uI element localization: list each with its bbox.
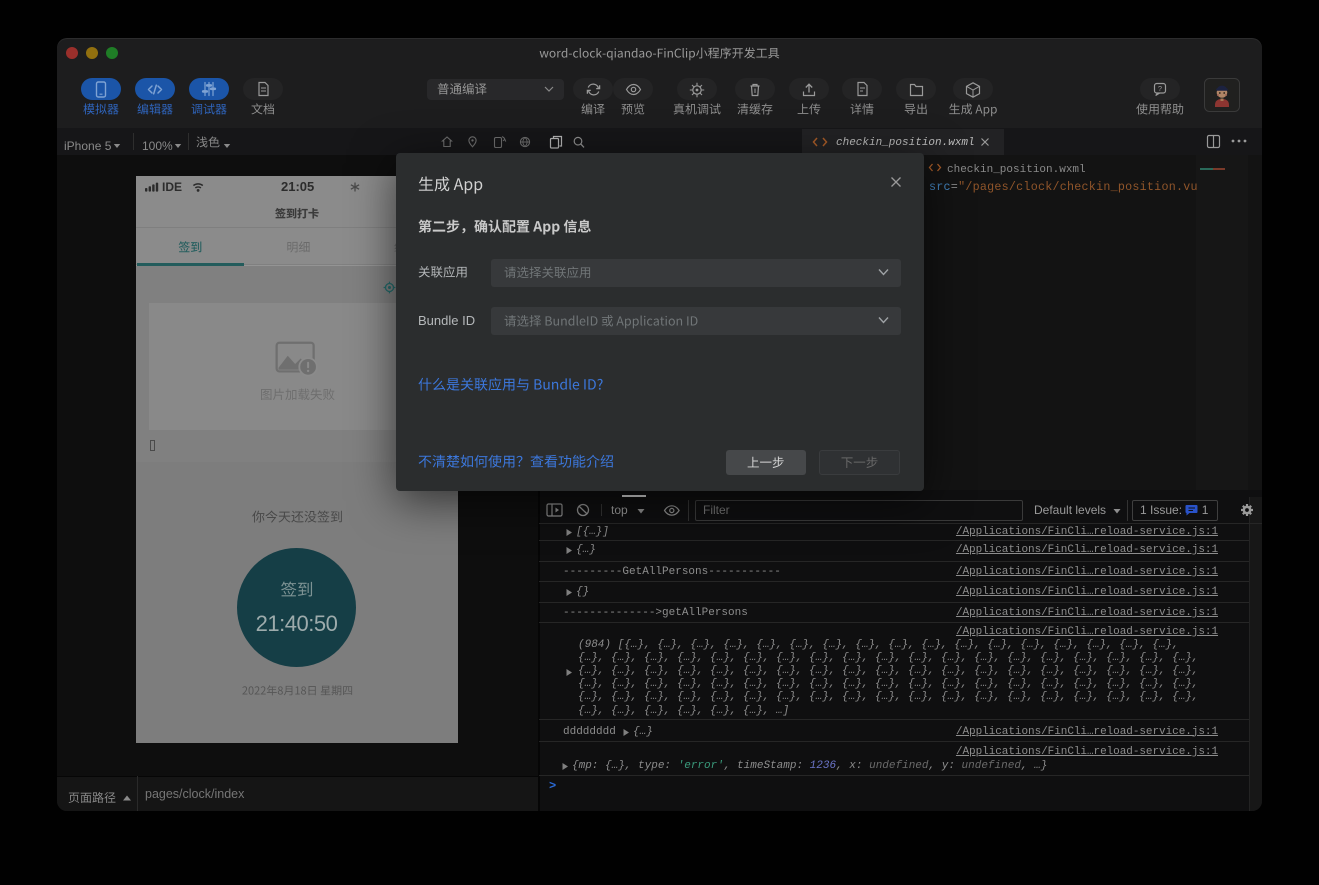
svg-text:?: ? xyxy=(1158,84,1162,93)
